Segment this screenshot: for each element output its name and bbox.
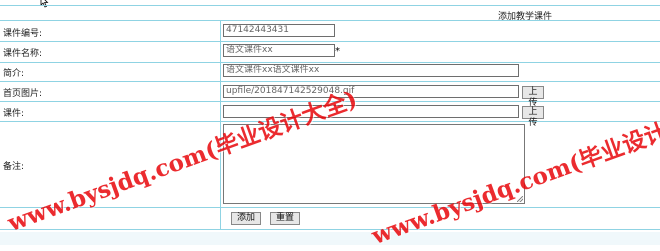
form-title: 添加教学课件 <box>498 12 553 22</box>
row-divider <box>0 41 660 42</box>
cover-image-field[interactable]: upfile/201847142529048.gif <box>223 85 519 98</box>
row-divider <box>0 62 660 63</box>
mouse-cursor-icon <box>40 0 49 8</box>
row-divider <box>0 81 660 82</box>
label-courseware-id: 课件编号: <box>3 29 43 39</box>
introduction-field[interactable]: 语文课件xx语文课件xx <box>223 64 519 77</box>
courseware-id-field[interactable]: 47142443431 <box>223 24 335 37</box>
row-divider <box>0 20 660 21</box>
courseware-name-field[interactable]: 语文课件xx <box>223 44 335 57</box>
reset-button[interactable]: 重置 <box>270 212 300 225</box>
label-introduction: 简介: <box>3 69 25 79</box>
required-mark: * <box>335 46 340 57</box>
top-border <box>0 5 660 6</box>
row-divider <box>0 121 660 122</box>
row-divider <box>0 229 660 230</box>
label-remarks: 备注: <box>3 162 25 172</box>
upload-image-button[interactable]: 上传 <box>522 86 544 108</box>
upload-file-button[interactable]: 上传 <box>522 106 544 128</box>
footer-bar <box>0 232 660 245</box>
row-divider <box>0 101 660 102</box>
row-divider <box>0 207 660 208</box>
column-divider <box>220 20 221 230</box>
remarks-textarea[interactable] <box>223 124 525 204</box>
label-cover-image: 首页图片: <box>3 89 43 99</box>
label-courseware-name: 课件名称: <box>3 49 43 59</box>
add-button[interactable]: 添加 <box>231 212 261 225</box>
label-courseware-file: 课件: <box>3 109 25 119</box>
courseware-file-field[interactable] <box>223 105 519 118</box>
